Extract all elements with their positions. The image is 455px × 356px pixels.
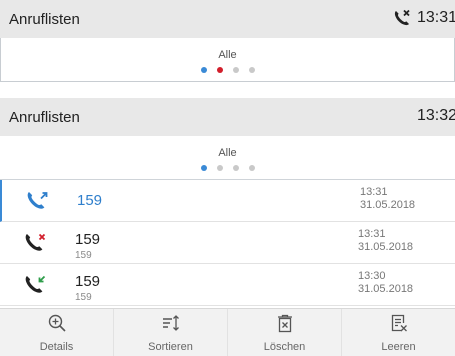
call-list-item[interactable]: 159 159 13:30 31.05.2018: [0, 264, 455, 306]
page-dot: [216, 165, 223, 171]
clear-button[interactable]: Leeren: [341, 309, 455, 356]
call-list-item[interactable]: 159 159 13:31 31.05.2018: [0, 222, 455, 264]
trash-icon: [277, 314, 292, 333]
call-time: 13:30: [358, 270, 386, 282]
page-title: Anruflisten: [9, 10, 80, 28]
clock: 13:31: [416, 9, 455, 26]
screen-separator: [0, 83, 455, 98]
caller-name: 159: [77, 192, 103, 209]
details-button[interactable]: Details: [0, 309, 113, 356]
page-dot: [232, 165, 239, 171]
tab-label: Alle: [218, 147, 237, 159]
details-label: Details: [39, 341, 74, 353]
delete-button[interactable]: Löschen: [227, 309, 341, 356]
page-title: Anruflisten: [9, 108, 80, 126]
delete-label: Löschen: [263, 341, 306, 353]
caller-name: 159: [75, 273, 101, 290]
call-list: 159 13:31 31.05.2018 159 159 13:31 31.05…: [0, 180, 455, 306]
missed-call-indicator-icon: [394, 9, 410, 26]
missed-call-icon: [25, 233, 46, 251]
call-date: 31.05.2018: [360, 199, 416, 211]
tab-label: Alle: [218, 49, 237, 61]
call-date: 31.05.2018: [358, 283, 414, 295]
tab-bar[interactable]: Alle: [0, 38, 455, 82]
clear-list-icon: [391, 314, 407, 332]
page-dot-active: [200, 165, 207, 171]
call-time: 13:31: [360, 186, 388, 198]
clear-label: Leeren: [381, 341, 416, 353]
page-dot: [232, 67, 239, 73]
incoming-call-icon: [25, 275, 46, 293]
call-time: 13:31: [358, 228, 386, 240]
caller-name: 159: [75, 231, 101, 248]
call-lists-screen-top: Anruflisten 13:31 Alle: [0, 0, 455, 83]
outgoing-call-icon: [27, 192, 48, 209]
tab-bar[interactable]: Alle: [0, 136, 455, 180]
action-toolbar: Details Sortieren Löschen Leeren: [0, 308, 455, 356]
zoom-in-icon: [48, 314, 66, 332]
page-dot-missed: [216, 67, 223, 73]
clock: 13:32: [416, 107, 455, 124]
page-dot: [248, 165, 255, 171]
caller-number: 159: [75, 250, 92, 261]
call-lists-screen-bottom: Anruflisten 13:32 Alle 159 13:31 31.05.2…: [0, 98, 455, 356]
caller-number: 159: [75, 292, 92, 303]
header-bar: Anruflisten 13:31: [0, 0, 455, 38]
page-indicator: [1, 67, 454, 73]
page-dot: [248, 67, 255, 73]
header-bar: Anruflisten 13:32: [0, 98, 455, 136]
sort-button[interactable]: Sortieren: [113, 309, 227, 356]
page-indicator: [0, 165, 455, 171]
page-dot-active: [200, 67, 207, 73]
sort-label: Sortieren: [148, 341, 193, 353]
call-list-item[interactable]: 159 13:31 31.05.2018: [0, 180, 455, 222]
call-date: 31.05.2018: [358, 241, 414, 253]
sort-icon: [162, 315, 179, 331]
